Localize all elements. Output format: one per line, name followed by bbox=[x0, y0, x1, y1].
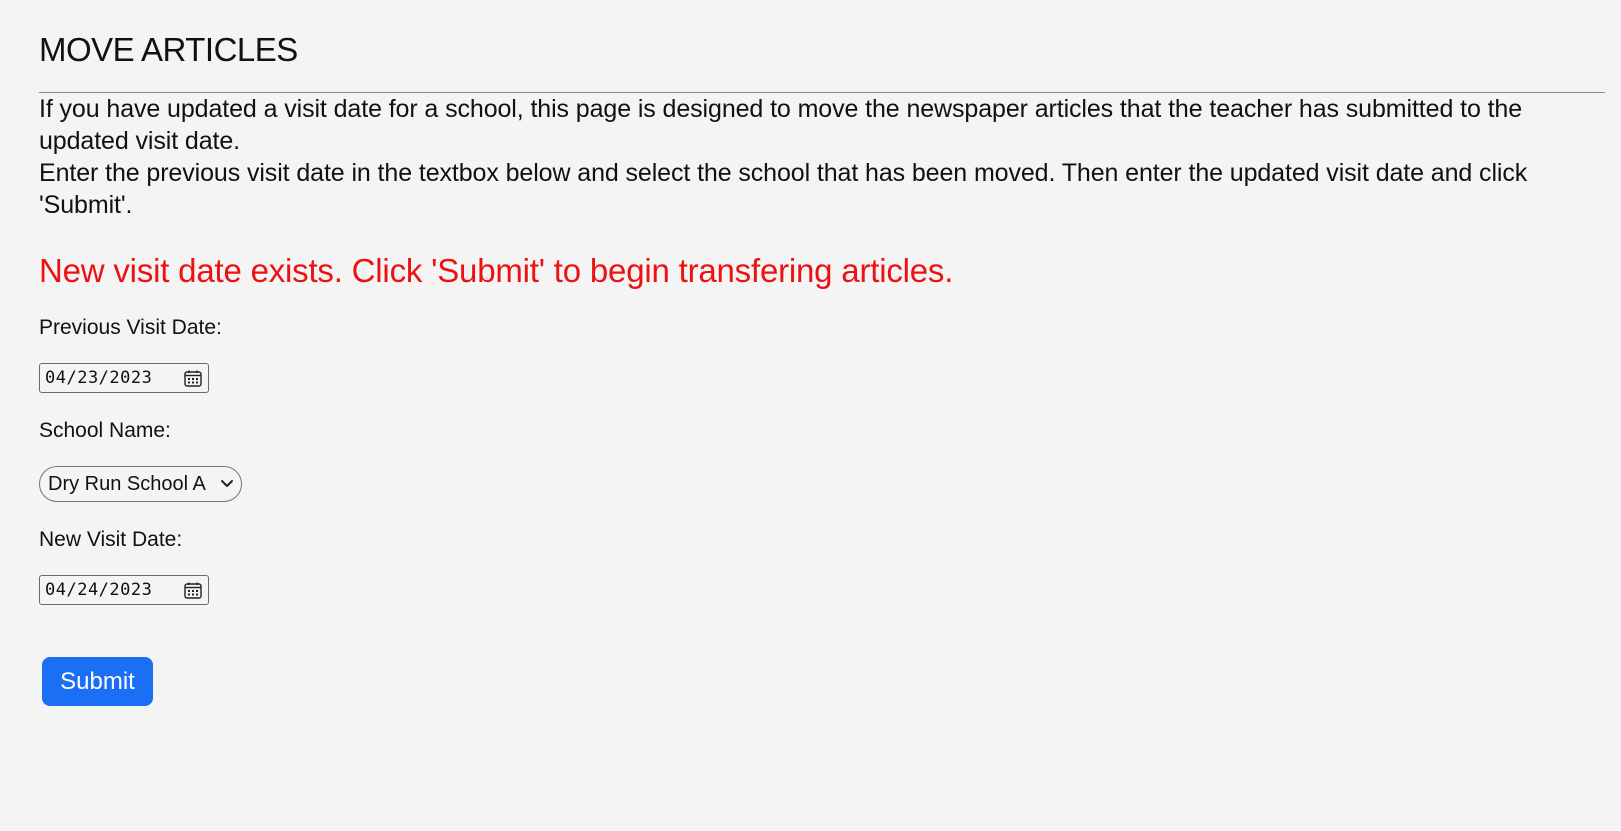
school-name-selected: Dry Run School A bbox=[48, 472, 206, 495]
intro-paragraph-1: If you have updated a visit date for a s… bbox=[39, 95, 1523, 155]
page-title: MOVE ARTICLES bbox=[39, 31, 298, 68]
new-visit-date-input[interactable]: 04/24/2023 bbox=[39, 575, 209, 605]
status-message: New visit date exists. Click 'Submit' to… bbox=[39, 252, 954, 289]
previous-visit-date-label: Previous Visit Date: bbox=[39, 316, 222, 339]
school-name-select[interactable]: Dry Run School A bbox=[39, 466, 242, 502]
new-visit-date-label: New Visit Date: bbox=[39, 528, 183, 551]
school-name-label: School Name: bbox=[39, 419, 171, 442]
previous-visit-date-input[interactable]: 04/23/2023 bbox=[39, 363, 209, 393]
chevron-down-icon bbox=[221, 480, 233, 487]
new-visit-date-value: 04/24/2023 bbox=[45, 580, 153, 600]
submit-button[interactable]: Submit bbox=[42, 657, 153, 706]
calendar-icon[interactable] bbox=[184, 582, 202, 599]
calendar-icon[interactable] bbox=[184, 370, 202, 387]
previous-visit-date-value: 04/23/2023 bbox=[45, 368, 153, 388]
intro-paragraph-2: Enter the previous visit date in the tex… bbox=[39, 159, 1528, 219]
move-articles-page: MOVE ARTICLES If you have updated a visi… bbox=[39, 0, 1605, 706]
